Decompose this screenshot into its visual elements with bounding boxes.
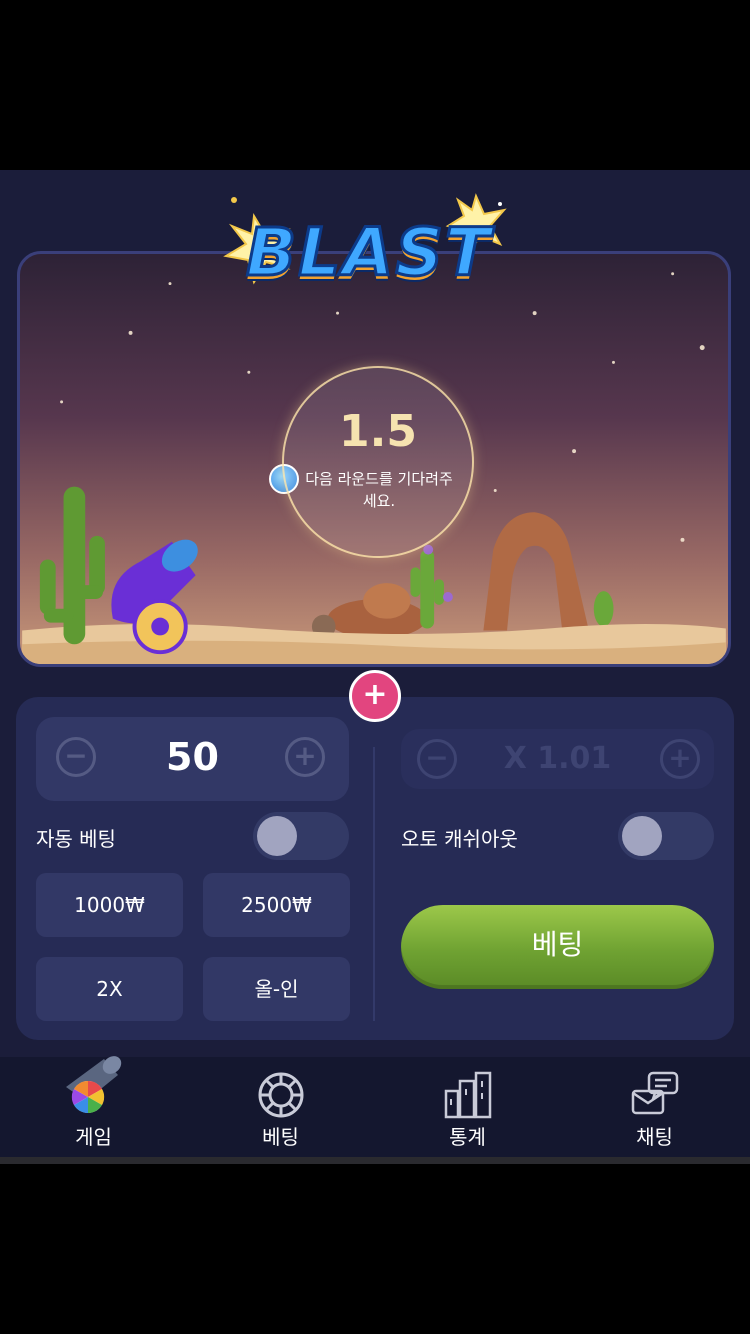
multiplier-value[interactable]: X 1.01: [461, 741, 654, 776]
toggle-knob: [257, 816, 297, 856]
bet-panel: − 50 + − X 1.01 + 자동 베팅 오토 캐쉬아웃 1000₩ 25…: [16, 697, 734, 1040]
stats-building-icon: [444, 1071, 492, 1119]
cashout-multiplier-stepper: − X 1.01 +: [401, 729, 714, 789]
chip-2500-button[interactable]: 2500₩: [203, 873, 350, 937]
nav-item-stats[interactable]: 통계: [374, 1057, 561, 1157]
auto-cashout-label: 오토 캐쉬아웃: [401, 827, 518, 851]
bet-amount-stepper: − 50 +: [36, 717, 349, 801]
game-canvas: 1.5 다음 라운드를 기다려주세요.: [17, 251, 731, 667]
cannon-icon: [66, 1056, 122, 1114]
chip-icon: [258, 1072, 304, 1118]
nav-label: 베팅: [262, 1125, 299, 1149]
nav-label: 통계: [449, 1125, 486, 1149]
add-bet-panel-button[interactable]: +: [349, 670, 401, 722]
decrease-amount-button[interactable]: −: [56, 737, 96, 777]
increase-amount-button[interactable]: +: [285, 737, 325, 777]
bet-amount-value[interactable]: 50: [96, 735, 289, 779]
nav-label: 게임: [75, 1125, 112, 1149]
auto-cashout-toggle[interactable]: [618, 812, 714, 860]
all-in-button[interactable]: 올-인: [203, 957, 350, 1021]
panel-divider: [373, 747, 375, 1021]
place-bet-button[interactable]: 베팅: [401, 905, 714, 989]
decrease-multiplier-button[interactable]: −: [417, 739, 457, 779]
toggle-knob: [622, 816, 662, 856]
nav-item-chat[interactable]: 채팅: [561, 1057, 748, 1157]
logo-text: BLAST: [245, 213, 492, 293]
countdown-message: 다음 라운드를 기다려주세요.: [305, 470, 453, 510]
auto-bet-toggle[interactable]: [253, 812, 349, 860]
bottom-nav: 게임 베팅 통계 채팅: [0, 1056, 750, 1157]
round-countdown: 1.5 다음 라운드를 기다려주세요.: [282, 366, 474, 558]
auto-bet-label: 자동 베팅: [36, 827, 116, 851]
double-bet-button[interactable]: 2X: [36, 957, 183, 1021]
nav-item-game[interactable]: 게임: [0, 1056, 187, 1157]
blast-logo: BLAST: [214, 186, 514, 306]
nav-label: 채팅: [636, 1125, 673, 1149]
chat-icon: [631, 1071, 679, 1115]
increase-multiplier-button[interactable]: +: [660, 739, 700, 779]
bottom-strip: [0, 1157, 750, 1164]
nav-item-bet[interactable]: 베팅: [187, 1057, 374, 1157]
app-screen: 1.5 다음 라운드를 기다려주세요. + − 50 + − X 1.01 + …: [0, 170, 750, 1164]
countdown-value: 1.5: [339, 406, 417, 457]
chip-1000-button[interactable]: 1000₩: [36, 873, 183, 937]
